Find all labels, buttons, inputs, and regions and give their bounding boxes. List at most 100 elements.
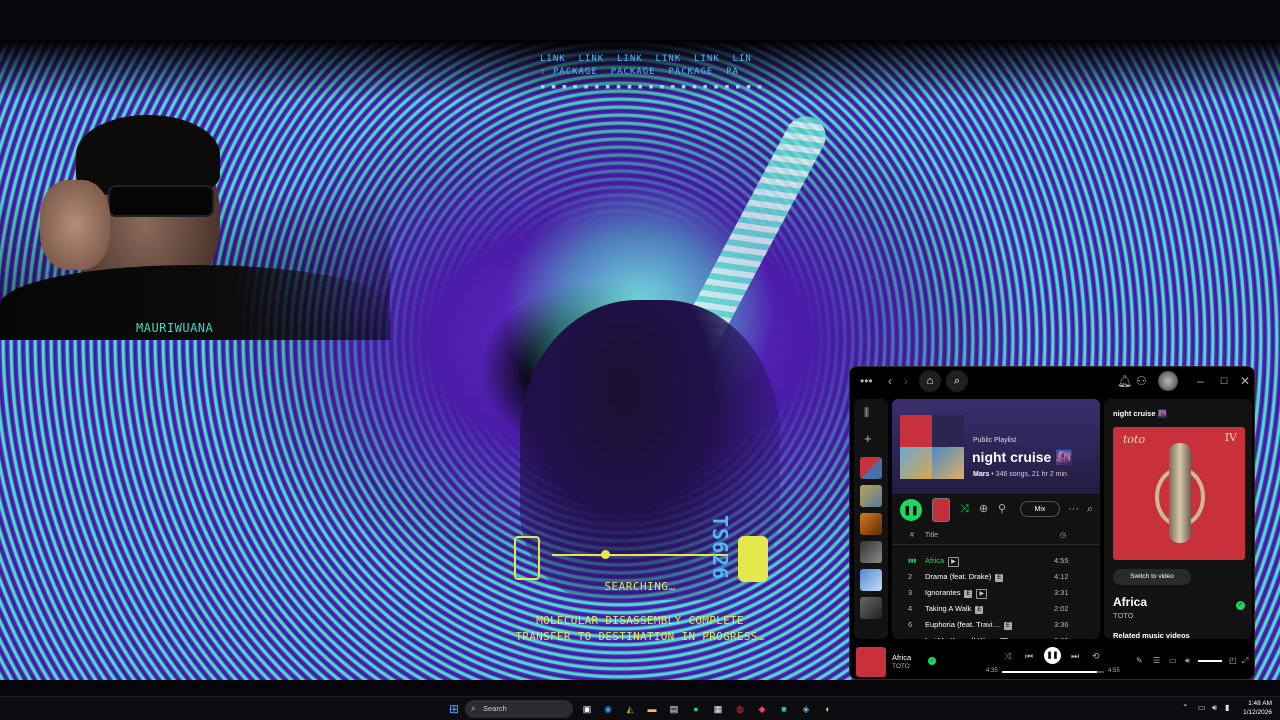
speaker-icon[interactable]: 🔊︎	[1212, 703, 1217, 713]
link-header-dots: ▪ ▪ ▪ ▪ ▪ ▪ ▪ ▪ ▪ ▪ ▪ ▪ ▪ ▪ ▪ ▪ ▪ ▪ ▪ ▪ …	[540, 82, 763, 92]
track-title[interactable]: Ignorantes	[925, 588, 960, 597]
chevron-left-icon[interactable]: ‹	[888, 373, 892, 389]
steam-icon[interactable]: ◈	[798, 701, 814, 717]
now-playing-heading[interactable]: night cruise 🌆	[1113, 409, 1167, 418]
app-icon[interactable]: ▦	[710, 701, 726, 717]
library-item[interactable]	[860, 569, 882, 591]
chevron-right-icon[interactable]: ›	[904, 373, 908, 389]
app3-icon[interactable]: ◐	[820, 701, 836, 717]
now-playing-panel: night cruise 🌆 toto IV Switch to video A…	[1104, 399, 1252, 639]
download-icon[interactable]: ⊕	[979, 503, 988, 515]
library-item[interactable]	[860, 485, 882, 507]
progress-bar[interactable]	[1002, 671, 1104, 673]
shuffle-icon[interactable]: ⤨	[960, 503, 969, 515]
pause-button[interactable]: ❚❚	[900, 499, 922, 521]
task-view-icon[interactable]: ▣	[579, 701, 595, 717]
minimize-icon[interactable]: –	[1197, 373, 1204, 389]
playlist-cover[interactable]	[900, 415, 964, 479]
miniplayer-icon[interactable]: ◰	[1229, 656, 1237, 666]
app2-icon[interactable]: ■	[776, 701, 792, 717]
repeat-icon[interactable]: ⟲	[1092, 650, 1100, 662]
shuffle-toggle-icon[interactable]: ⤨	[1004, 650, 1011, 662]
fullscreen-icon[interactable]: ⤢	[1242, 656, 1248, 666]
column-number: #	[910, 532, 914, 539]
track-title[interactable]: Africa	[925, 556, 944, 565]
player-thumbnail[interactable]	[856, 647, 886, 677]
edge-icon[interactable]: ◉	[600, 701, 616, 717]
track-title-cell: Let Me Know (I Wo… E	[925, 636, 1009, 639]
taskbar-search[interactable]: ⌕ Search	[465, 700, 573, 718]
network-icon[interactable]: ▭	[1198, 703, 1206, 713]
track-row[interactable]: ▮▮▮ Africa ▶ 4:55	[892, 553, 1100, 569]
track-row[interactable]: 3 Ignorantes E ▶ 3:31	[892, 585, 1100, 601]
library-icon[interactable]: ⫼	[864, 407, 869, 420]
library-item[interactable]	[860, 541, 882, 563]
search-button[interactable]: ⌕	[946, 370, 968, 392]
track-row[interactable]: 4 Taking A Walk E 2:02	[892, 601, 1100, 617]
library-item[interactable]	[860, 597, 882, 619]
friends-icon[interactable]: ⚇	[1136, 373, 1147, 389]
player-saved-icon[interactable]: ✓	[928, 657, 936, 665]
user-avatar[interactable]	[1158, 371, 1178, 391]
track-number: 3	[908, 588, 913, 597]
library-item[interactable]	[860, 457, 882, 479]
next-icon[interactable]: ⏭︎	[1071, 650, 1079, 662]
close-icon[interactable]: ✕	[1240, 373, 1250, 389]
battery-icon[interactable]: ▮	[1225, 703, 1229, 713]
link-header-line2: : PACKAGE PACKAGE PACKAGE PA	[540, 67, 739, 77]
player-song[interactable]: Africa	[892, 653, 911, 662]
track-title[interactable]: Taking A Walk	[925, 604, 971, 613]
volume-slider[interactable]	[1198, 660, 1222, 662]
playlist-mini-cover[interactable]	[932, 498, 950, 522]
previous-icon[interactable]: ⏮︎	[1025, 650, 1033, 662]
volume-icon[interactable]: 🔊︎	[1185, 656, 1190, 666]
tray-chevron-icon[interactable]: ⌃	[1182, 703, 1189, 713]
windows-start-icon[interactable]: ⊞	[446, 701, 462, 717]
player-artist[interactable]: TOTO	[892, 663, 910, 670]
track-row[interactable]: 2 Drama (feat. Drake) E 4:12	[892, 569, 1100, 585]
time-total: 4:55	[1108, 668, 1120, 674]
add-icon[interactable]: +	[864, 431, 872, 446]
devices-icon[interactable]: ▭	[1169, 656, 1177, 666]
lyrics-icon[interactable]: ✎	[1136, 656, 1143, 666]
now-playing-song[interactable]: Africa	[1113, 595, 1147, 609]
maximize-icon[interactable]: ☐	[1220, 373, 1228, 389]
link-package-header: LINK LINK LINK LINK LINK LIN : PACKAGE P…	[540, 53, 762, 94]
title-bar[interactable]: ••• ‹ › ⌂ ⌕ 🔔︎ ⚇ – ☐ ✕	[850, 367, 1254, 395]
spotify-window[interactable]: ••• ‹ › ⌂ ⌕ 🔔︎ ⚇ – ☐ ✕ ⫼ + Public Playli…	[849, 366, 1255, 680]
track-row[interactable]: 6 Euphoria (feat. Travi… E 3:36	[892, 617, 1100, 633]
library-item[interactable]	[860, 513, 882, 535]
saved-check-icon[interactable]: ✓	[1236, 601, 1245, 610]
store-icon[interactable]: ▤	[666, 701, 682, 717]
video-badge: ▶	[948, 557, 959, 567]
search-icon: ⌕	[471, 704, 476, 713]
play-pause-button[interactable]: ❚❚	[1044, 647, 1061, 664]
home-button[interactable]: ⌂	[919, 370, 941, 392]
now-playing-artist[interactable]: TOTO	[1113, 611, 1134, 620]
more-dots-icon[interactable]: •••	[860, 373, 873, 389]
nvidia-icon[interactable]: ◭	[622, 701, 638, 717]
queue-icon[interactable]: ☰	[1153, 656, 1160, 666]
track-row[interactable]: Let Me Know (I Wo… E 3:35	[892, 633, 1100, 639]
switch-to-video-button[interactable]: Switch to video	[1113, 569, 1191, 585]
mix-button[interactable]: Mix	[1020, 501, 1060, 517]
spotify-taskbar-icon[interactable]: ●	[688, 701, 704, 717]
track-title[interactable]: Drama (feat. Drake)	[925, 572, 991, 581]
search-in-playlist-icon[interactable]: ⌕	[1087, 503, 1093, 515]
track-duration: 3:31	[1054, 588, 1069, 597]
track-title[interactable]: Let Me Know (I Wo…	[925, 636, 996, 639]
obs-icon[interactable]: ◍	[732, 701, 748, 717]
file-explorer-icon[interactable]: ▬	[644, 701, 660, 717]
webcam-hair-top	[76, 115, 220, 195]
more-options-icon[interactable]: ···	[1068, 503, 1079, 515]
track-title[interactable]: Euphoria (feat. Travi…	[925, 620, 1000, 629]
shield-icon[interactable]: ◆	[754, 701, 770, 717]
playlist-owner[interactable]: Mars	[973, 471, 989, 478]
track-number: 6	[908, 620, 913, 629]
add-user-icon[interactable]: ⚲	[998, 503, 1006, 515]
track-duration: 4:55	[1054, 556, 1069, 565]
bell-icon[interactable]: 🔔︎	[1117, 373, 1132, 389]
album-number: IV	[1224, 431, 1237, 444]
track-duration: 3:36	[1054, 620, 1069, 629]
taskbar-clock[interactable]: 1:48 AM 1/12/2026	[1238, 699, 1272, 717]
